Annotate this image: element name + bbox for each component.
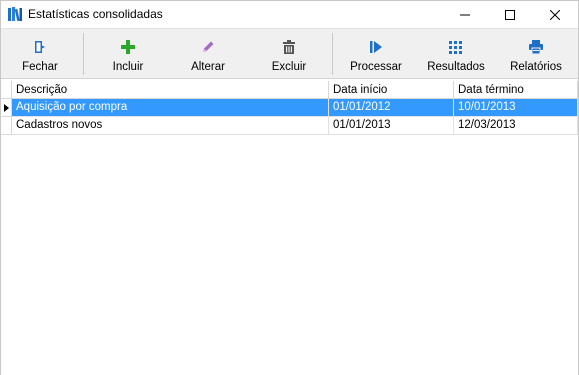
cell-data-termino[interactable]: 10/01/2013 [454,99,578,117]
incluir-button[interactable]: Incluir [95,29,161,79]
current-row-arrow-icon [4,104,9,112]
pencil-icon [199,38,217,56]
processar-button[interactable]: Processar [343,29,409,79]
minimize-icon [460,14,470,15]
alterar-button[interactable]: Alterar [175,29,241,79]
plus-icon [119,38,137,56]
window-title: Estatísticas consolidadas [28,7,163,21]
fechar-button[interactable]: Fechar [7,29,73,79]
maximize-icon [505,9,515,20]
alterar-label: Alterar [191,61,225,73]
resultados-label: Resultados [427,61,485,73]
row-indicator [1,117,12,135]
minimize-button[interactable] [442,1,488,28]
grid-dots-icon [447,38,465,56]
cell-descricao[interactable]: Aquisição por compra [12,99,329,117]
cell-data-termino[interactable]: 12/03/2013 [454,117,578,135]
column-header-data-termino[interactable]: Data término [454,81,578,99]
trash-icon [280,38,298,56]
column-header-data-inicio[interactable]: Data início [329,81,454,99]
title-bar[interactable]: Estatísticas consolidadas [1,1,578,28]
books-icon [7,6,23,22]
cell-data-inicio[interactable]: 01/01/2013 [329,117,454,135]
main-window: Estatísticas consolidadas Fechar Incluir… [0,0,579,375]
printer-icon [527,38,545,56]
data-grid[interactable]: Descrição Data início Data término Aquis… [1,81,578,375]
grid-header: Descrição Data início Data término [1,81,578,99]
incluir-label: Incluir [112,61,144,73]
table-row[interactable]: Aquisição por compra 01/01/2012 10/01/20… [1,99,578,117]
exit-door-icon [31,38,49,56]
header-corner [1,81,12,99]
column-header-descricao[interactable]: Descrição [12,81,329,99]
cell-data-inicio[interactable]: 01/01/2012 [329,99,454,117]
cell-descricao[interactable]: Cadastros novos [12,117,329,135]
toolbar-separator [332,33,333,75]
fechar-label: Fechar [22,61,58,73]
maximize-button[interactable] [487,1,533,28]
relatorios-label: Relatórios [510,61,562,73]
toolbar: Fechar Incluir Alterar Excluir Processar… [1,28,578,79]
table-row[interactable]: Cadastros novos 01/01/2013 12/03/2013 [1,117,578,135]
play-icon [367,38,385,56]
toolbar-separator [83,33,84,75]
row-indicator [1,99,12,117]
excluir-button[interactable]: Excluir [256,29,322,79]
close-button[interactable] [532,1,578,28]
excluir-label: Excluir [271,61,307,73]
close-icon [550,9,560,20]
relatorios-button[interactable]: Relatórios [502,29,570,79]
resultados-button[interactable]: Resultados [422,29,490,79]
processar-label: Processar [350,61,402,73]
